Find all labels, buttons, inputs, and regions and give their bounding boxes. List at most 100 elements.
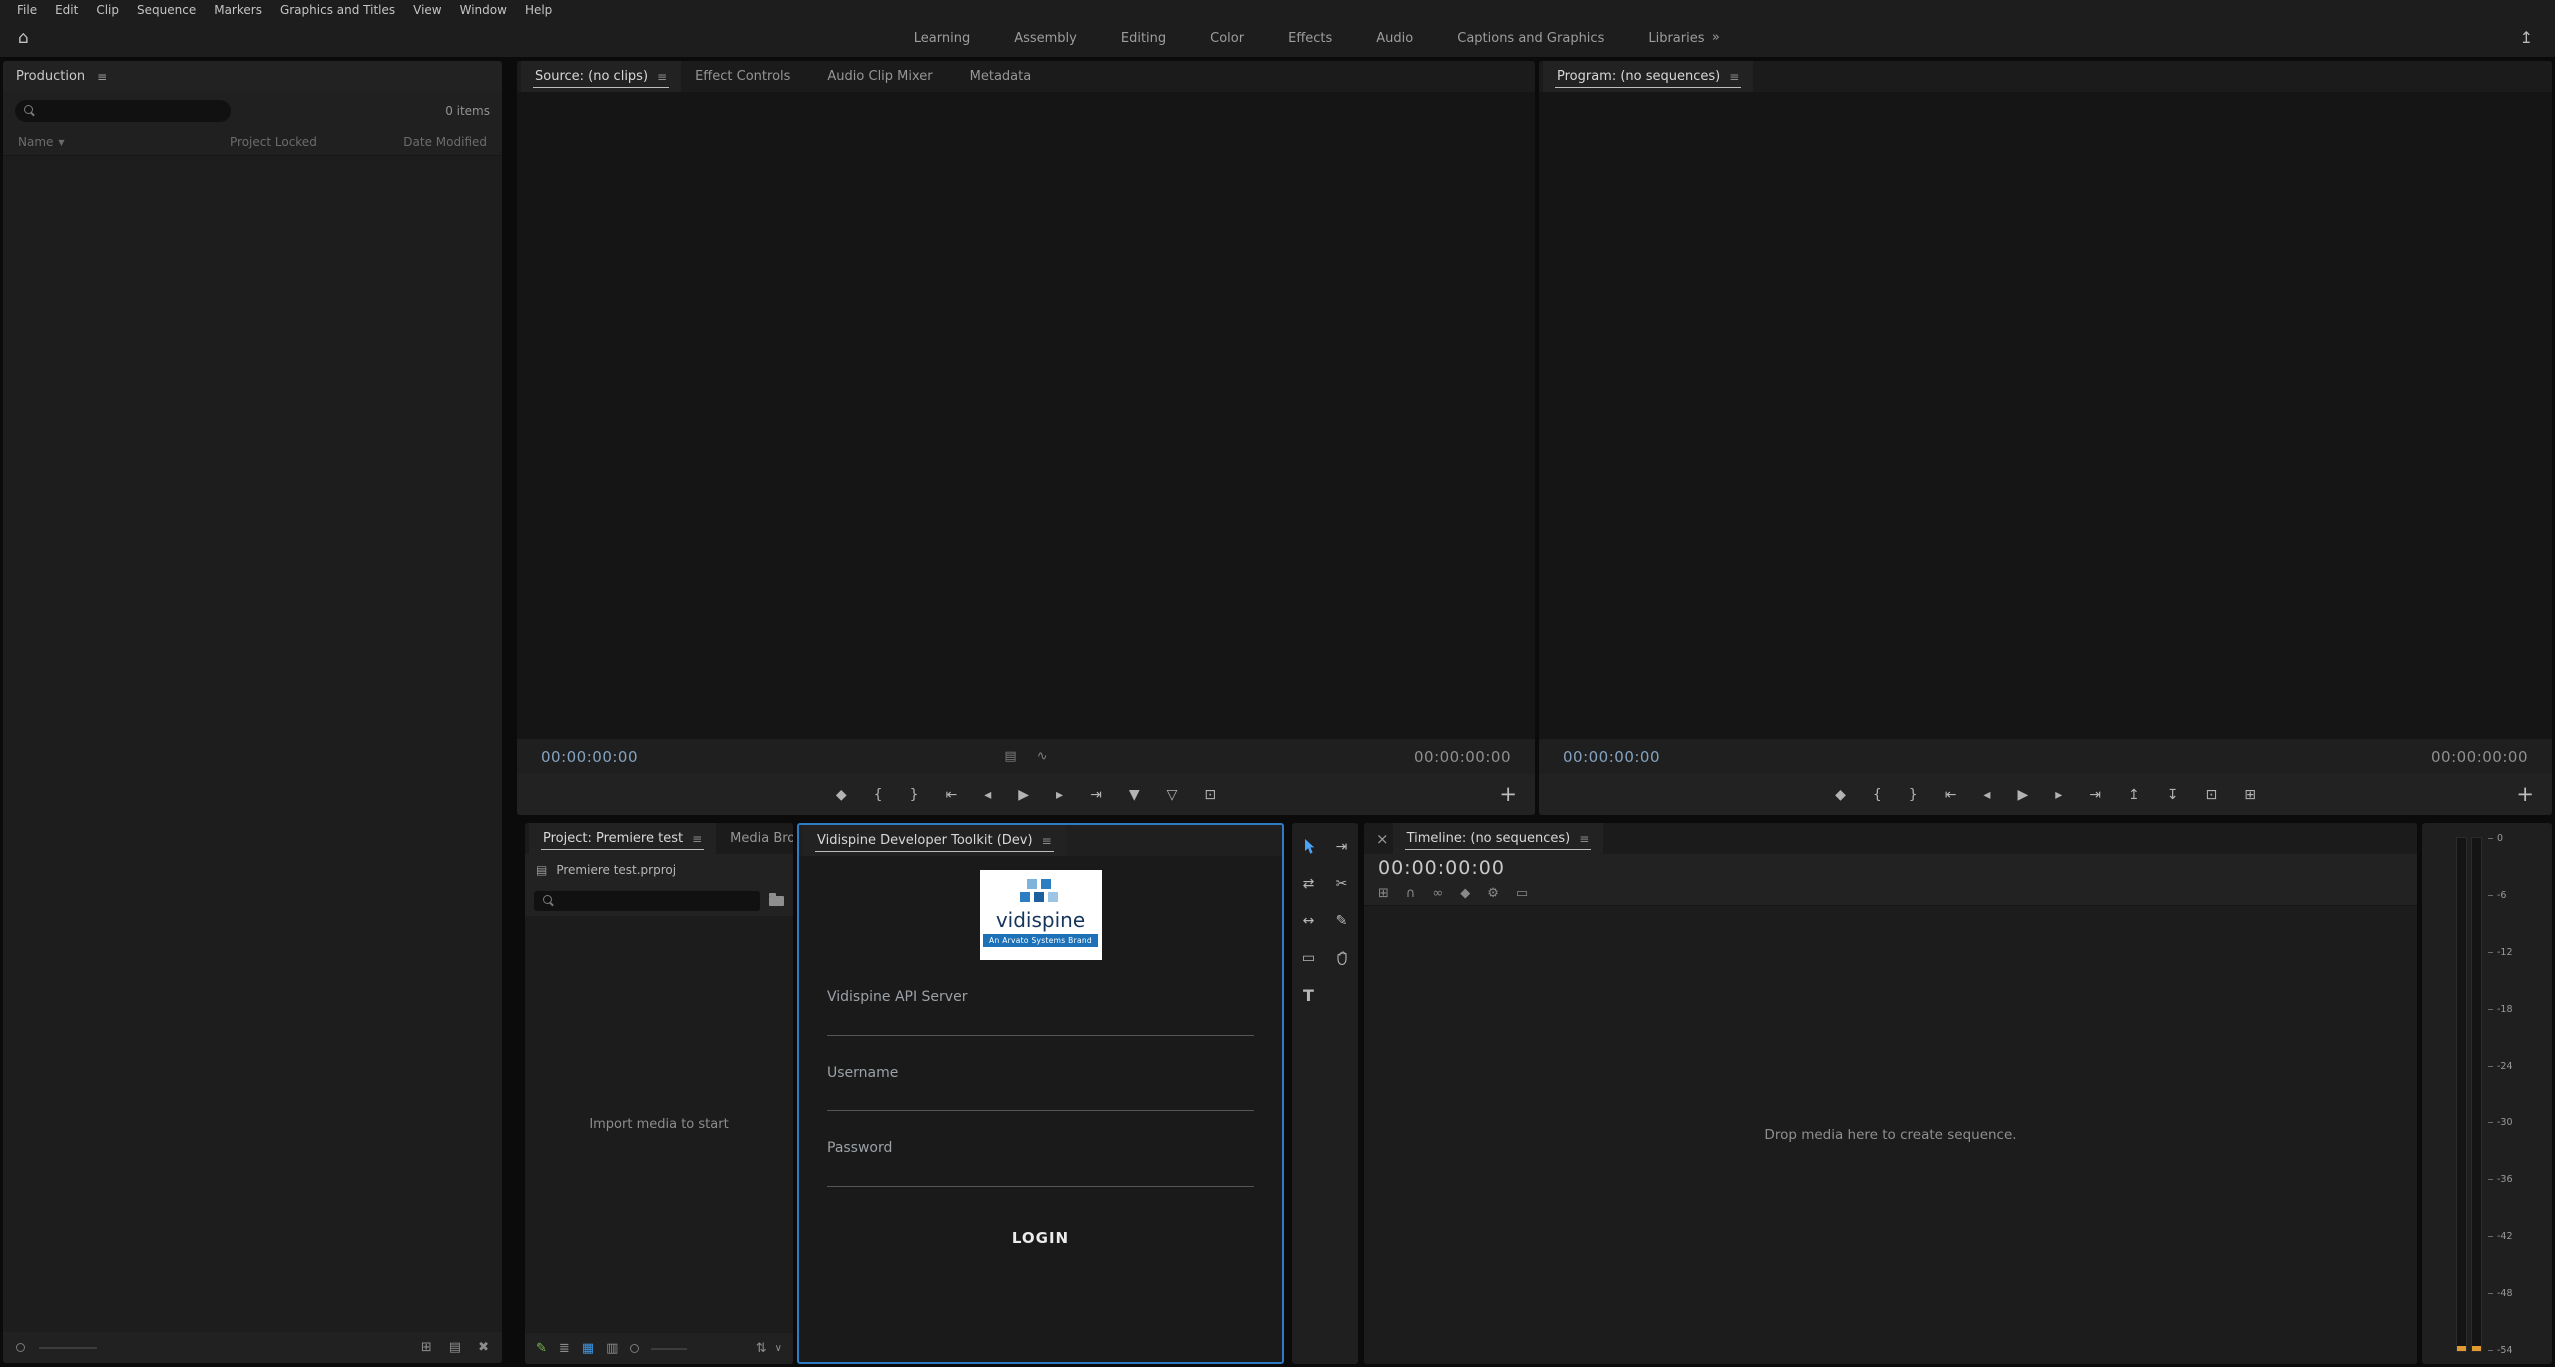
quick-export-icon[interactable]: ↥	[2520, 28, 2533, 47]
menu-item[interactable]: Clip	[87, 3, 128, 17]
project-search-box[interactable]	[534, 891, 760, 911]
zoom-slider[interactable]	[651, 1348, 687, 1350]
login-button[interactable]: LOGIN	[827, 1229, 1254, 1247]
snap-icon[interactable]: ∩	[1406, 886, 1416, 901]
workspace-tab[interactable]: Editing	[1121, 31, 1166, 46]
column-header-date-modified[interactable]: Date Modified	[403, 135, 487, 149]
pen-tool[interactable]: ✎	[1329, 909, 1355, 933]
workspace-tab[interactable]: Color	[1210, 31, 1244, 46]
api-server-input[interactable]	[827, 1016, 1254, 1036]
menu-item[interactable]: Help	[516, 3, 561, 17]
drag-audio-only-icon[interactable]: ∿	[1037, 749, 1048, 764]
icon-view-icon[interactable]: ▦	[582, 1341, 594, 1356]
ripple-edit-tool[interactable]: ↔	[1296, 909, 1322, 933]
step-back-button[interactable]: ◂	[1983, 787, 1990, 803]
workspace-overflow-button[interactable]: »	[1712, 30, 1720, 45]
freeform-view-icon[interactable]: ▥	[606, 1341, 618, 1356]
tab-program[interactable]: Program: (no sequences) ≡	[1543, 61, 1753, 92]
tab-effect-controls[interactable]: Effect Controls	[681, 61, 813, 92]
button-editor-icon[interactable]: +	[2516, 782, 2534, 806]
tab-audio-clip-mixer[interactable]: Audio Clip Mixer	[813, 61, 955, 92]
close-panel-icon[interactable]: ×	[1368, 830, 1393, 848]
list-view-icon[interactable]: ≣	[559, 1341, 570, 1356]
slip-tool[interactable]: ⇄	[1296, 872, 1322, 896]
column-header-project-locked[interactable]: Project Locked	[230, 135, 400, 149]
play-button[interactable]: ▶	[1018, 787, 1029, 803]
zoom-slider-handle[interactable]	[630, 1344, 639, 1353]
panel-menu-icon[interactable]: ≡	[692, 832, 702, 846]
razor-tool[interactable]: ✂	[1329, 872, 1355, 896]
go-to-out-button[interactable]: ⇥	[2089, 787, 2101, 803]
zoom-slider[interactable]	[39, 1347, 97, 1349]
button-editor-icon[interactable]: +	[1499, 782, 1517, 806]
captions-icon[interactable]: ▭	[1516, 886, 1528, 901]
tab-media-browser[interactable]: Media Browser	[716, 823, 793, 854]
delete-icon[interactable]: ✖	[478, 1340, 489, 1355]
column-header-name[interactable]: Name ▼	[18, 135, 230, 149]
panel-menu-icon[interactable]: ≡	[1729, 70, 1739, 84]
comparison-view-button[interactable]: ⊞	[2244, 787, 2256, 803]
sort-icon[interactable]: ⇅	[756, 1341, 767, 1356]
tab-metadata[interactable]: Metadata	[956, 61, 1055, 92]
tab-timeline[interactable]: Timeline: (no sequences) ≡	[1393, 823, 1604, 854]
overwrite-button[interactable]: ▽	[1167, 787, 1178, 803]
lift-button[interactable]: ↥	[2128, 787, 2140, 803]
menu-item[interactable]: Edit	[46, 3, 87, 17]
export-frame-button[interactable]: ⊡	[1204, 787, 1216, 803]
panel-menu-icon[interactable]: ≡	[97, 70, 107, 84]
panel-menu-icon[interactable]: ≡	[1579, 832, 1589, 846]
mark-out-button[interactable]: }	[1909, 787, 1918, 803]
track-select-forward-tool[interactable]: ⇥	[1329, 835, 1355, 859]
extract-button[interactable]: ↧	[2167, 787, 2179, 803]
go-to-in-button[interactable]: ⇤	[1945, 787, 1957, 803]
timeline-settings-wrench-icon[interactable]: ⚙	[1487, 886, 1499, 901]
add-marker-icon[interactable]: ◆	[1460, 886, 1470, 901]
tab-source[interactable]: Source: (no clips) ≡	[521, 61, 681, 92]
workspace-tab[interactable]: Assembly	[1014, 31, 1077, 46]
workspace-tab[interactable]: Effects	[1288, 31, 1332, 46]
tab-project[interactable]: Project: Premiere test ≡	[529, 823, 716, 854]
mark-out-button[interactable]: }	[910, 787, 919, 803]
selection-tool[interactable]	[1296, 835, 1322, 859]
panel-menu-icon[interactable]: ≡	[657, 70, 667, 84]
menu-item[interactable]: View	[404, 3, 450, 17]
menu-item[interactable]: File	[8, 3, 46, 17]
insert-button[interactable]: ▼	[1129, 787, 1140, 803]
workspace-tab[interactable]: Captions and Graphics	[1457, 31, 1604, 46]
workspace-tab[interactable]: Audio	[1376, 31, 1413, 46]
step-forward-button[interactable]: ▸	[1056, 787, 1063, 803]
project-search-input[interactable]	[561, 894, 751, 908]
hand-tool[interactable]	[1329, 946, 1355, 970]
linked-selection-icon[interactable]: ∞	[1432, 886, 1443, 901]
add-marker-button[interactable]: ◆	[836, 787, 847, 803]
menu-item[interactable]: Sequence	[128, 3, 205, 17]
workspace-tab[interactable]: Libraries	[1648, 31, 1704, 46]
chevron-down-icon[interactable]: ∨	[775, 1343, 782, 1354]
zoom-out-icon[interactable]	[16, 1343, 25, 1352]
menu-item[interactable]: Graphics and Titles	[271, 3, 404, 17]
rectangle-tool[interactable]: ▭	[1296, 946, 1322, 970]
project-file-row[interactable]: ▤ Premiere test.prproj	[525, 854, 793, 885]
menu-item[interactable]: Window	[451, 3, 516, 17]
panel-menu-icon[interactable]: ≡	[1042, 834, 1052, 848]
home-icon[interactable]: ⌂	[18, 28, 29, 48]
project-writable-icon[interactable]: ✎	[536, 1341, 547, 1356]
type-tool[interactable]: T	[1296, 983, 1322, 1007]
add-marker-button[interactable]: ◆	[1835, 787, 1846, 803]
production-search-box[interactable]	[15, 100, 231, 122]
step-forward-button[interactable]: ▸	[2055, 787, 2062, 803]
menu-item[interactable]: Markers	[205, 3, 271, 17]
username-input[interactable]	[827, 1091, 1254, 1111]
project-media-area[interactable]: Import media to start	[525, 916, 793, 1333]
workspace-tab[interactable]: Learning	[914, 31, 970, 46]
new-bin-icon[interactable]: ⊞	[421, 1340, 432, 1355]
step-back-button[interactable]: ◂	[984, 787, 991, 803]
tab-vidispine-toolkit[interactable]: Vidispine Developer Toolkit (Dev) ≡	[803, 825, 1066, 856]
play-button[interactable]: ▶	[2017, 787, 2028, 803]
new-item-icon[interactable]: ▤	[449, 1340, 461, 1355]
go-to-in-button[interactable]: ⇤	[946, 787, 958, 803]
drag-video-only-icon[interactable]: ▤	[1004, 749, 1016, 764]
mark-in-button[interactable]: {	[1873, 787, 1882, 803]
production-search-input[interactable]	[42, 104, 222, 118]
timeline-drop-area[interactable]: Drop media here to create sequence.	[1364, 906, 2417, 1364]
